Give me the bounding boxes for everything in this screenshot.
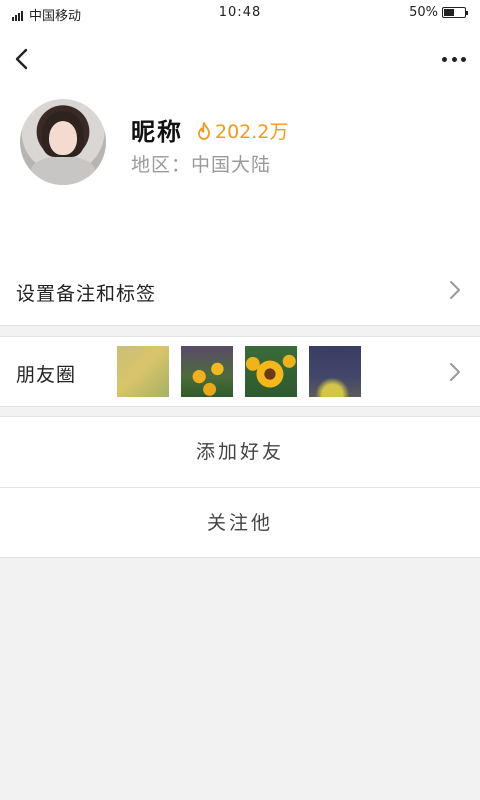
set-remark-tags-label: 设置备注和标签 xyxy=(16,283,157,305)
moments-thumbnail xyxy=(309,346,361,397)
more-button[interactable] xyxy=(442,50,466,68)
moments-thumbnail xyxy=(245,346,297,397)
back-button[interactable] xyxy=(10,44,36,74)
avatar[interactable] xyxy=(20,99,106,185)
more-dot xyxy=(461,56,466,62)
more-dot xyxy=(442,56,447,62)
moments-label: 朋友圈 xyxy=(16,364,77,386)
moments-thumbnail xyxy=(117,346,169,397)
status-bar: 中国移动 10:48 50% xyxy=(0,0,480,26)
chevron-right-icon xyxy=(450,281,460,299)
moments-thumbnail xyxy=(181,346,233,397)
set-remark-tags-row[interactable]: 设置备注和标签 xyxy=(0,250,480,326)
battery-percent: 50% xyxy=(409,5,438,20)
more-dot xyxy=(451,56,457,62)
follow-button[interactable]: 关注他 xyxy=(0,487,480,558)
profile-page: 中国移动 10:48 50% 昵称 202.2万 地区：中国大陆 设置备注和标签… xyxy=(0,0,480,800)
region-label: 地区：中国大陆 xyxy=(131,154,272,176)
hot-badge: 202.2万 xyxy=(196,117,288,144)
hot-count: 202.2万 xyxy=(215,121,289,143)
status-right: 50% xyxy=(409,5,468,20)
nickname: 昵称 xyxy=(131,118,183,146)
chevron-left-icon xyxy=(15,48,28,70)
chevron-right-icon xyxy=(450,363,460,381)
add-friend-button[interactable]: 添加好友 xyxy=(0,416,480,487)
flame-icon xyxy=(198,121,210,140)
battery-icon xyxy=(442,7,468,18)
status-time: 10:48 xyxy=(218,5,262,20)
moments-row[interactable]: 朋友圈 xyxy=(0,336,480,407)
